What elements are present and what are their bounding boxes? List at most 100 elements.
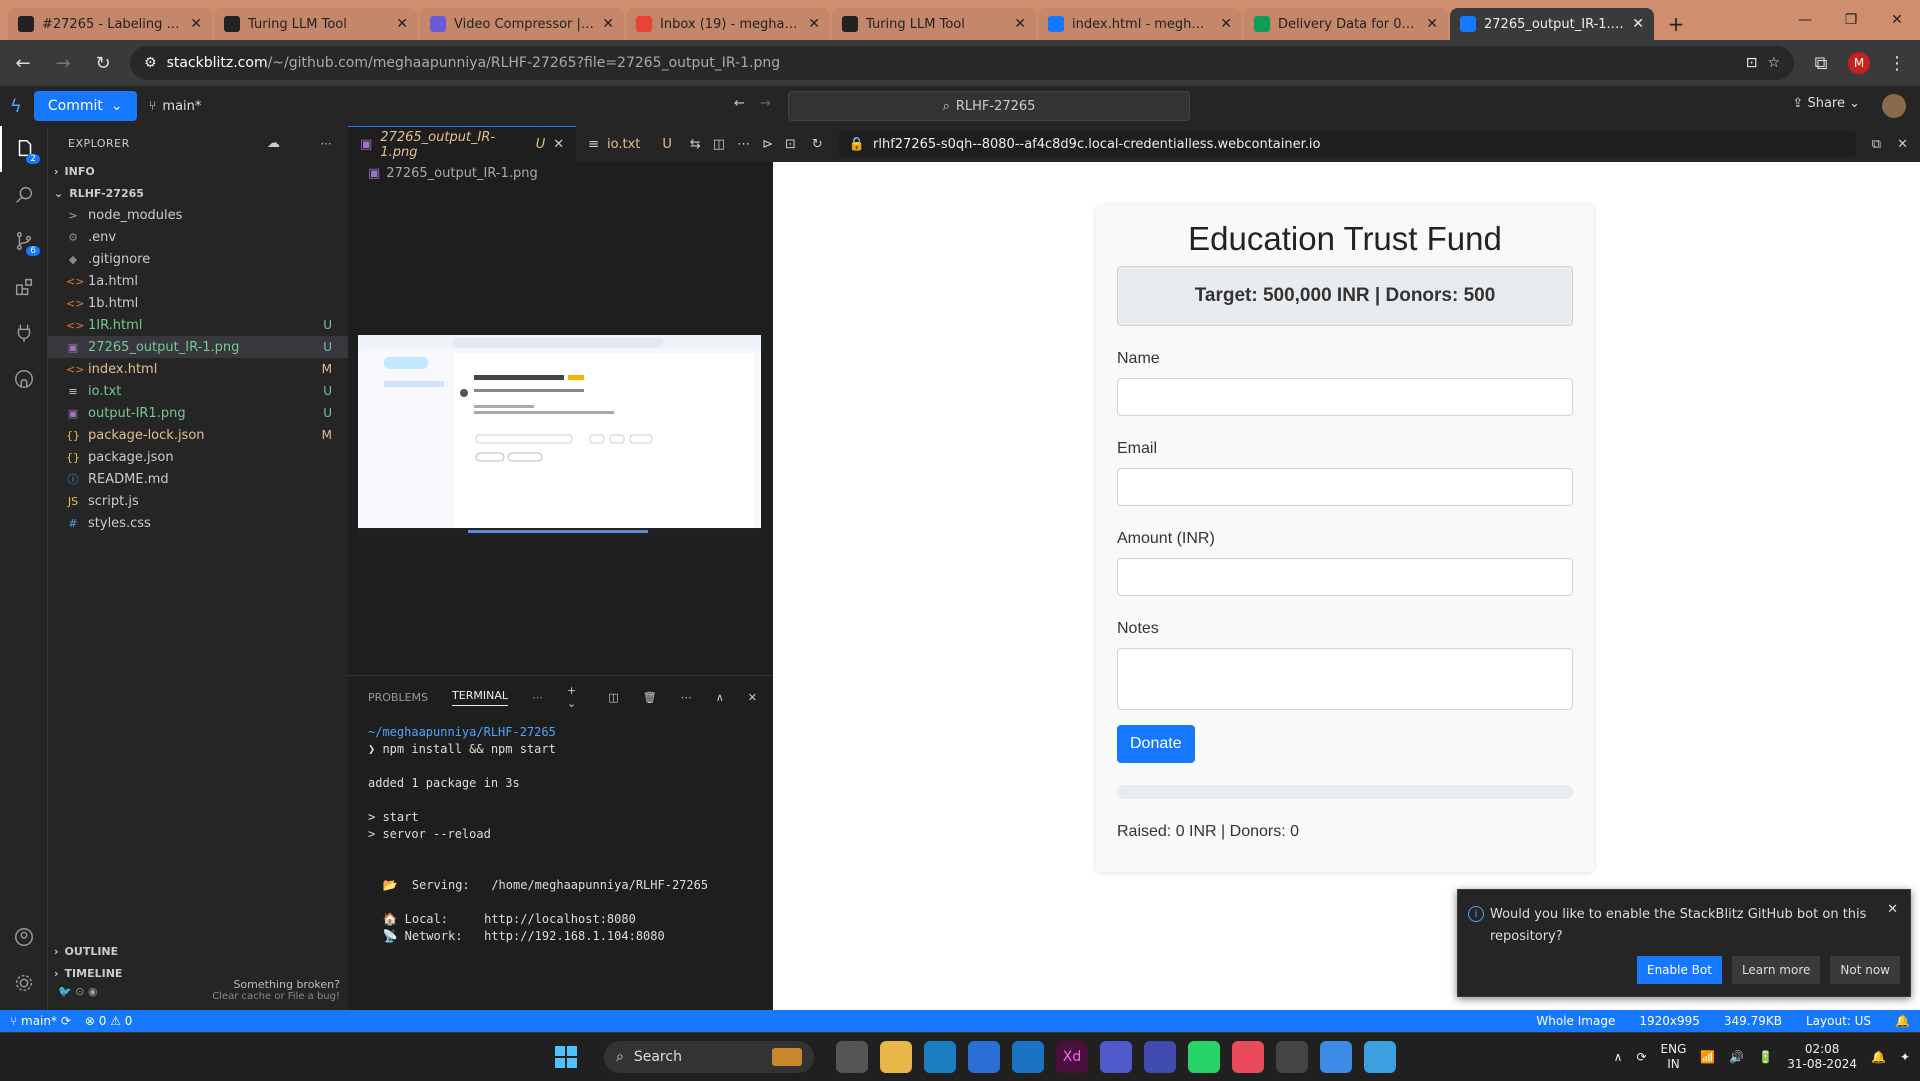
github-icon[interactable] — [0, 356, 48, 402]
store-icon[interactable] — [968, 1040, 1000, 1073]
mail-icon[interactable] — [1012, 1040, 1044, 1073]
file-item[interactable]: ▣ output-IR1.png U — [48, 402, 348, 424]
whatsapp-icon[interactable] — [1188, 1040, 1220, 1073]
devices-icon[interactable]: ⊡ — [785, 137, 796, 152]
network-url[interactable]: http://192.168.1.104:8080 — [484, 929, 665, 943]
local-url[interactable]: http://localhost:8080 — [484, 912, 636, 926]
open-new-window-icon[interactable]: ⧉ — [1872, 137, 1881, 152]
split-editor-icon[interactable]: ◫ — [713, 137, 725, 152]
browser-tab[interactable]: Turing LLM Tool ✕ — [214, 8, 418, 40]
close-window-icon[interactable]: ✕ — [1874, 0, 1920, 40]
info-section[interactable]: › INFO — [48, 160, 348, 182]
project-section[interactable]: ⌄ RLHF-27265 — [48, 182, 348, 204]
url-field[interactable]: ⚙ stackblitz.com/~/github.com/meghaapunn… — [130, 46, 1794, 80]
close-tab-icon[interactable]: ✕ — [808, 16, 820, 32]
install-icon[interactable]: ⊡ — [1746, 55, 1758, 71]
plug-icon[interactable] — [0, 310, 48, 356]
tab-problems[interactable]: PROBLEMS — [368, 691, 428, 704]
maximize-icon[interactable]: ❐ — [1828, 0, 1874, 40]
close-tab-icon[interactable]: ✕ — [1632, 16, 1644, 32]
trash-icon[interactable]: 🗑 — [643, 691, 657, 704]
close-notification-icon[interactable]: ✕ — [1887, 902, 1898, 917]
browser-tab[interactable]: Delivery Data for 08/30 - ✕ — [1244, 8, 1448, 40]
minimize-icon[interactable]: — — [1782, 0, 1828, 40]
file-item[interactable]: > node_modules — [48, 204, 348, 226]
file-item[interactable]: # styles.css — [48, 512, 348, 534]
browser-tab[interactable]: #27265 - Labeling Tool ✕ — [8, 8, 212, 40]
close-tab-icon[interactable]: ✕ — [1014, 16, 1026, 32]
file-item[interactable]: <> 1IR.html U — [48, 314, 348, 336]
reload-icon[interactable]: ↻ — [90, 53, 116, 74]
notes-field[interactable] — [1117, 648, 1573, 710]
tab-terminal[interactable]: TERMINAL — [452, 689, 508, 706]
new-tab-button[interactable]: + — [1660, 8, 1692, 40]
split-terminal-icon[interactable]: ◫ — [608, 691, 618, 704]
bookmark-star-icon[interactable]: ☆ — [1767, 55, 1780, 71]
extensions-icon[interactable] — [0, 264, 48, 310]
site-info-icon[interactable]: ⚙ — [144, 55, 157, 71]
notifications-bell-icon[interactable]: 🔔 — [1895, 1014, 1910, 1028]
toggle-preview-icon[interactable]: ⊳ — [762, 137, 773, 152]
editor-tab-io[interactable]: ≡ io.txt U — [576, 126, 684, 162]
settings-gear-icon[interactable] — [0, 960, 48, 1006]
close-tab-icon[interactable]: ✕ — [190, 16, 202, 32]
browser-tab[interactable]: index.html - meghaapunn ✕ — [1038, 8, 1242, 40]
more-actions-icon[interactable]: ⋯ — [737, 137, 750, 152]
profile-avatar[interactable]: M — [1848, 52, 1870, 74]
account-icon[interactable] — [0, 914, 48, 960]
email-field[interactable] — [1117, 468, 1573, 506]
close-tab-icon[interactable]: ✕ — [396, 16, 408, 32]
task-view-icon[interactable] — [836, 1040, 868, 1073]
name-field[interactable] — [1117, 378, 1573, 416]
nav-forward-icon[interactable]: → — [760, 96, 771, 111]
not-now-button[interactable]: Not now — [1830, 956, 1900, 984]
forward-icon[interactable]: → — [50, 53, 76, 74]
donate-button[interactable]: Donate — [1117, 725, 1195, 763]
refresh-icon[interactable]: ↻ — [812, 137, 823, 152]
sync-icon[interactable]: ⟳ — [1636, 1050, 1646, 1064]
new-terminal-icon[interactable]: + ⌄ — [567, 684, 584, 710]
editor-tab-image[interactable]: ▣ 27265_output_IR-1.png U ✕ — [348, 126, 577, 162]
file-item[interactable]: ⚙ .env — [48, 226, 348, 248]
battery-icon[interactable]: 🔋 — [1758, 1050, 1773, 1064]
close-preview-icon[interactable]: ✕ — [1897, 137, 1908, 152]
close-tab-icon[interactable]: ✕ — [1426, 16, 1438, 32]
project-search[interactable]: ⌕ RLHF-27265 — [788, 91, 1190, 121]
nav-back-icon[interactable]: ← — [734, 96, 745, 111]
file-item[interactable]: ≡ io.txt U — [48, 380, 348, 402]
close-panel-icon[interactable]: ✕ — [748, 691, 757, 704]
learn-more-button[interactable]: Learn more — [1731, 956, 1821, 984]
browser-tab[interactable]: Video Compressor | Redu ✕ — [420, 8, 624, 40]
commit-button[interactable]: Commit ⌄ — [33, 91, 137, 121]
terminal-output[interactable]: ~/meghaapunniya/RLHF-27265 ❯ npm install… — [348, 718, 773, 951]
file-item[interactable]: JS script.js — [48, 490, 348, 512]
notification-center-icon[interactable]: 🔔 — [1871, 1050, 1886, 1064]
search-icon[interactable] — [0, 172, 48, 218]
files-icon[interactable]: 2 — [0, 126, 48, 172]
teams-icon[interactable] — [1100, 1040, 1132, 1073]
status-layout[interactable]: Layout: US — [1806, 1014, 1871, 1028]
browser-tab[interactable]: Turing LLM Tool ✕ — [832, 8, 1036, 40]
maximize-panel-icon[interactable]: ∧ — [716, 691, 724, 704]
wifi-icon[interactable]: 📶 — [1700, 1050, 1715, 1064]
bug-report-link[interactable]: Something broken? Clear cache or File a b… — [212, 978, 340, 1002]
copilot-icon[interactable]: ✦ — [1900, 1050, 1910, 1064]
user-avatar[interactable] — [1882, 94, 1906, 118]
browser-tab[interactable]: 27265_output_IR-1.png - ✕ — [1450, 8, 1654, 40]
file-item[interactable]: ⓘ README.md — [48, 468, 348, 490]
preview-url-field[interactable]: 🔒 rlhf27265-s0qh--8080--af4c8d9c.local-cr… — [838, 131, 1856, 157]
taskbar-search[interactable]: ⌕ Search — [604, 1040, 814, 1073]
extensions-icon[interactable]: ⧉ — [1808, 53, 1834, 74]
close-tab-icon[interactable]: ✕ — [602, 16, 614, 32]
branch-selector[interactable]: ⑂ main* — [149, 99, 202, 114]
browser-tab[interactable]: Inbox (19) - meghaa.p@tu ✕ — [626, 8, 830, 40]
enable-bot-button[interactable]: Enable Bot — [1636, 956, 1722, 984]
source-control-icon[interactable]: 6 — [0, 218, 48, 264]
amount-field[interactable] — [1117, 558, 1573, 596]
windows-start-icon[interactable] — [550, 1041, 582, 1073]
chrome-icon[interactable] — [1320, 1040, 1352, 1073]
media-player-icon[interactable] — [1144, 1040, 1176, 1073]
compare-icon[interactable]: ⇆ — [690, 137, 701, 152]
file-item[interactable]: {} package-lock.json M — [48, 424, 348, 446]
cloud-download-icon[interactable]: ☁ — [267, 136, 281, 151]
